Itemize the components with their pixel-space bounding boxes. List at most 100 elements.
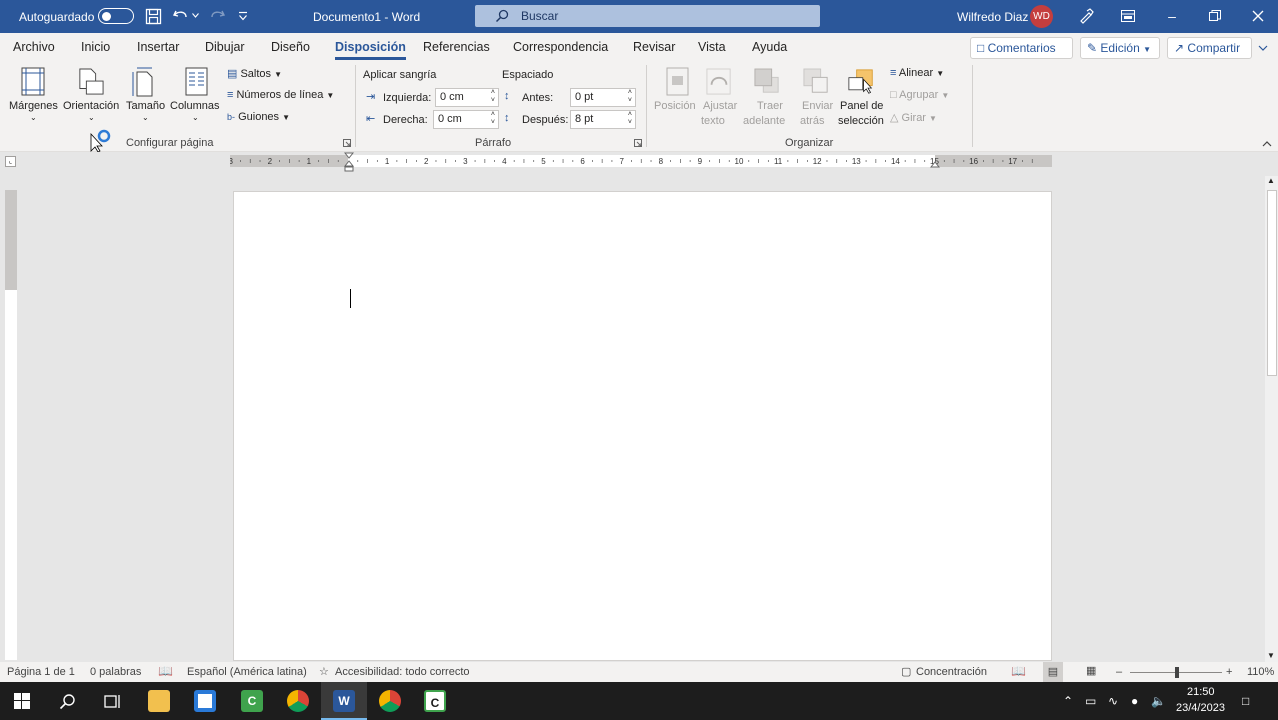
search-icon[interactable] (59, 693, 76, 710)
word-count[interactable]: 0 palabras (90, 666, 141, 678)
save-icon[interactable] (145, 8, 162, 25)
share-button[interactable]: ↗ Compartir (1167, 37, 1252, 59)
comment-icon: □ (977, 41, 985, 55)
line-numbers-button[interactable]: ≡ Números de línea ▼ (227, 89, 334, 101)
spinner-icon[interactable]: ˄ ˅ (628, 89, 632, 105)
accessibility-icon[interactable]: ☆ (319, 665, 329, 678)
store-icon[interactable] (194, 690, 216, 712)
print-layout-icon[interactable]: ▤ (1043, 662, 1063, 682)
editing-button[interactable]: ✎ Edición ▼ (1080, 37, 1160, 59)
margins-button[interactable]: Márgenes (9, 100, 58, 112)
ribbon-display-icon[interactable] (1121, 10, 1135, 22)
spinner-icon[interactable]: ˄ ˅ (628, 111, 632, 127)
undo-icon[interactable] (172, 8, 190, 25)
clock-date[interactable]: 23/4/2023 (1176, 702, 1225, 714)
dialog-launcher-icon[interactable] (343, 139, 351, 147)
size-button[interactable]: Tamaño (126, 100, 165, 112)
read-mode-icon[interactable]: 📖 (1011, 664, 1026, 678)
accessibility-status[interactable]: Accesibilidad: todo correcto (335, 666, 470, 678)
spinner-icon[interactable]: ˄ ˅ (491, 111, 495, 127)
redo-icon[interactable] (208, 8, 226, 25)
tab-revisar[interactable]: Revisar (633, 40, 675, 54)
indent-right-input[interactable]: 0 cm ˄ ˅ (433, 110, 499, 129)
scroll-up-icon[interactable]: ▲ (1267, 176, 1275, 185)
wifi-icon[interactable]: ∿ (1108, 694, 1118, 708)
size-icon (132, 67, 153, 97)
tab-disposicion[interactable]: Disposición (335, 40, 406, 60)
collapse-ribbon-icon[interactable] (1262, 140, 1272, 147)
microphone-icon[interactable]: ● (1131, 694, 1138, 708)
ruler-number: 5 (541, 157, 546, 166)
align-button[interactable]: ≡ Alinear ▼ (890, 67, 944, 79)
tab-selector[interactable]: ⌞ (5, 156, 16, 167)
ribbon-options-icon[interactable] (1258, 43, 1268, 53)
zoom-level[interactable]: 110% (1247, 666, 1274, 678)
web-layout-icon[interactable]: ▦ (1086, 664, 1096, 677)
tab-insertar[interactable]: Insertar (137, 40, 179, 54)
zoom-slider-thumb[interactable] (1175, 667, 1179, 678)
selection-pane-button[interactable]: Panel de (840, 100, 883, 112)
bring-forward-button[interactable]: Traer (757, 100, 783, 112)
undo-dropdown-icon[interactable] (192, 13, 199, 18)
document-page[interactable] (233, 191, 1052, 661)
camtasia-recorder-icon[interactable]: C (424, 690, 446, 712)
avatar[interactable]: WD (1030, 5, 1053, 28)
zoom-in-button[interactable]: + (1226, 666, 1232, 678)
close-button[interactable] (1248, 6, 1268, 26)
clock-time[interactable]: 21:50 (1187, 686, 1215, 698)
language-status[interactable]: Español (América latina) (187, 666, 307, 678)
hyphenation-button[interactable]: b‐ Guiones ▼ (227, 111, 290, 123)
search-box[interactable]: Buscar (475, 5, 820, 27)
word-taskbar-button[interactable]: W (321, 682, 367, 720)
tab-referencias[interactable]: Referencias (423, 40, 490, 54)
rotate-button[interactable]: △ Girar ▼ (890, 111, 937, 124)
camtasia-icon[interactable]: C (241, 690, 263, 712)
tab-inicio[interactable]: Inicio (81, 40, 110, 54)
focus-mode-button[interactable]: Concentración (916, 666, 987, 678)
minimize-button[interactable]: – (1162, 6, 1182, 26)
restore-button[interactable] (1205, 6, 1225, 26)
send-backward-button[interactable]: Enviar (802, 100, 833, 112)
position-button[interactable]: Posición (654, 100, 696, 112)
task-view-icon[interactable] (104, 693, 121, 710)
file-explorer-icon[interactable] (148, 690, 170, 712)
columns-button[interactable]: Columnas (170, 100, 220, 112)
zoom-out-button[interactable]: – (1116, 666, 1122, 678)
scroll-down-icon[interactable]: ▼ (1267, 651, 1275, 660)
show-hidden-icons[interactable]: ⌃ (1063, 694, 1073, 708)
user-name[interactable]: Wilfredo Diaz (957, 10, 1028, 24)
tab-vista[interactable]: Vista (698, 40, 726, 54)
tab-dibujar[interactable]: Dibujar (205, 40, 245, 54)
breaks-button[interactable]: ▤ Saltos ▼ (227, 67, 282, 80)
tab-archivo[interactable]: Archivo (13, 40, 55, 54)
tab-diseno[interactable]: Diseño (271, 40, 310, 54)
page-count[interactable]: Página 1 de 1 (7, 666, 75, 678)
battery-icon[interactable]: ▭ (1085, 694, 1096, 708)
spelling-icon[interactable]: 📖 (158, 664, 173, 678)
spacing-before-input[interactable]: 0 pt ˄ ˅ (570, 88, 636, 107)
pen-designer-icon[interactable] (1078, 8, 1094, 24)
indent-marker-icon[interactable] (344, 152, 354, 172)
vertical-ruler[interactable] (5, 190, 17, 660)
group-button[interactable]: □ Agrupar ▼ (890, 89, 949, 101)
tab-ayuda[interactable]: Ayuda (752, 40, 787, 54)
windows-start-icon[interactable] (14, 693, 30, 709)
orientation-icon (79, 68, 104, 95)
chrome-icon[interactable] (287, 690, 309, 712)
comments-button[interactable]: □ Comentarios (970, 37, 1073, 59)
indent-left-input[interactable]: 0 cm ˄ ˅ (435, 88, 499, 107)
dialog-launcher-icon[interactable] (634, 139, 642, 147)
focus-icon[interactable]: ▢ (901, 665, 911, 678)
volume-icon[interactable]: 🔈 (1151, 694, 1166, 708)
wrap-text-button[interactable]: Ajustar (703, 100, 737, 112)
orientation-button[interactable]: Orientación (63, 100, 119, 112)
notifications-icon[interactable]: □ (1242, 694, 1249, 708)
spinner-icon[interactable]: ˄ ˅ (491, 89, 495, 105)
scrollbar-thumb[interactable] (1267, 190, 1277, 376)
chrome-profile-icon[interactable] (379, 690, 401, 712)
tab-correspondencia[interactable]: Correspondencia (513, 40, 608, 54)
right-indent-marker-icon[interactable] (930, 160, 940, 168)
spacing-after-input[interactable]: 8 pt ˄ ˅ (570, 110, 636, 129)
customize-qat-icon[interactable] (238, 11, 248, 21)
autosave-toggle[interactable] (98, 8, 134, 24)
